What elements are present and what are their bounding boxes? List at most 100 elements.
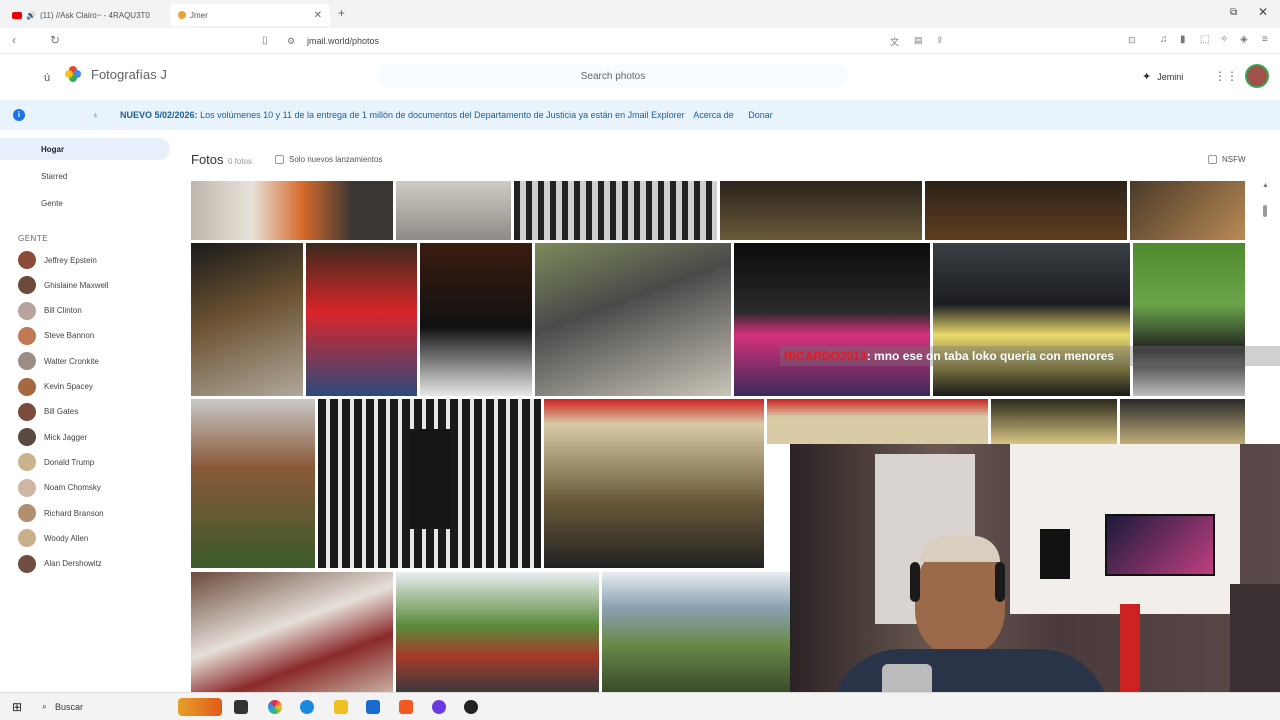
sidebar-person-item[interactable]: Alan Dershowitz <box>18 554 102 574</box>
tab-jmail[interactable]: Jmer ✕ <box>170 4 330 26</box>
sidebar-person-item[interactable]: Kevin Spacey <box>18 377 93 397</box>
photo-thumbnail[interactable] <box>514 181 717 240</box>
banner-donate-link[interactable]: Donar <box>748 110 773 120</box>
notice-banner: i ♁ NUEVO 5/02/2026: Los volúmenes 10 y … <box>0 100 1280 130</box>
sidebar-item-gente[interactable]: Gente <box>0 192 170 214</box>
webcam-keyboard <box>1120 604 1140 694</box>
sidebar-person-item[interactable]: Bill Gates <box>18 402 78 422</box>
sidebar-person-item[interactable]: Jeffrey Epstein <box>18 250 97 270</box>
sidebar-person-item[interactable]: Mick Jagger <box>18 427 87 447</box>
sidebar-person-item[interactable]: Noam Chomsky <box>18 478 101 498</box>
screenshot-icon[interactable]: ⬚ <box>1200 34 1209 45</box>
back-icon[interactable]: ‹ <box>12 33 16 47</box>
photo-thumbnail[interactable] <box>720 181 922 240</box>
bookmark-icon[interactable]: ▯ <box>262 35 268 46</box>
avatar[interactable] <box>1245 64 1269 88</box>
person-name: Bill Gates <box>44 407 79 417</box>
sidebar-person-item[interactable]: Woody Allen <box>18 528 88 548</box>
hamburger-icon[interactable]: ú <box>44 72 50 84</box>
translate-icon[interactable]: 文 <box>890 35 899 48</box>
apps-grid-icon[interactable]: ⋮⋮ <box>1214 69 1238 83</box>
sidebar-person-item[interactable]: Donald Trump <box>18 452 94 472</box>
photo-thumbnail[interactable] <box>318 399 541 568</box>
assistant-button[interactable]: ✦ Jemini <box>1142 70 1183 83</box>
sidebar-item-label: Hogar <box>41 144 65 154</box>
url-field[interactable]: jmail.world/photos <box>307 36 379 46</box>
close-window-icon[interactable]: ✕ <box>1258 5 1268 19</box>
weather-widget[interactable] <box>178 698 222 716</box>
photo-thumbnail[interactable] <box>535 243 731 396</box>
photo-thumbnail[interactable] <box>991 399 1117 444</box>
sidebar-person-item[interactable]: Richard Branson <box>18 503 104 523</box>
photo-thumbnail[interactable] <box>544 399 764 568</box>
media-icon[interactable]: ♫ <box>1160 34 1168 45</box>
share-icon[interactable]: ⇪ <box>936 35 944 46</box>
app-header: ú Fotografías J Search photos ✦ Jemini ⋮… <box>0 58 1280 98</box>
photo-thumbnail[interactable] <box>933 243 1130 396</box>
reload-icon[interactable]: ↻ <box>50 33 60 47</box>
photo-thumbnail[interactable] <box>1130 181 1245 240</box>
edge-icon[interactable] <box>300 700 314 714</box>
sidebar-item-hogar[interactable]: Hogar <box>0 138 170 160</box>
person-name: Steve Bannon <box>44 331 95 341</box>
photo-thumbnail[interactable] <box>767 399 988 444</box>
sidebar-item-starred[interactable]: Starred <box>0 165 170 187</box>
photo-thumbnail[interactable] <box>396 181 511 240</box>
photo-thumbnail[interactable] <box>734 243 930 396</box>
jmail-tab-icon <box>178 11 186 19</box>
search-icon: ⌕ <box>42 701 48 711</box>
close-tab-icon[interactable]: ✕ <box>314 10 322 21</box>
photo-thumbnail[interactable] <box>191 181 393 240</box>
photo-thumbnail[interactable] <box>191 572 393 692</box>
caption-user: RICARDO2013 <box>784 349 867 363</box>
tab-youtube[interactable]: 🔊 (11) //Ask Clairo~ - 4RAQU3T0 <box>4 4 164 26</box>
extensions-puzzle-icon[interactable]: ✧ <box>1220 34 1228 45</box>
restore-window-icon[interactable]: ⧉ <box>1230 7 1237 18</box>
scroll-up-icon[interactable]: ▲ <box>1262 182 1269 189</box>
brave-icon[interactable] <box>399 700 413 714</box>
scrollbar-thumb[interactable] <box>1263 205 1267 217</box>
nsfw-filter[interactable]: NSFW <box>1208 155 1246 164</box>
sidebar-person-item[interactable]: Bill Clinton <box>18 301 82 321</box>
new-tab-icon[interactable]: + <box>338 6 345 20</box>
person-avatar <box>18 402 36 421</box>
vpn-icon[interactable]: ◈ <box>1240 34 1248 45</box>
reader-icon[interactable]: ▤ <box>914 35 923 46</box>
file-explorer-icon[interactable] <box>334 700 348 714</box>
tab-label: Jmer <box>190 10 208 20</box>
sidebar-person-item[interactable]: Steve Bannon <box>18 326 94 346</box>
discord-icon[interactable] <box>432 700 446 714</box>
taskbar-search[interactable]: ⌕ Buscar <box>42 701 83 712</box>
windows-start-icon[interactable]: ⊞ <box>12 700 22 714</box>
sidebar-item-label: Starred <box>41 171 68 181</box>
sidebar-toggle-icon[interactable]: ▮ <box>1180 34 1186 45</box>
photo-thumbnail[interactable] <box>191 399 315 568</box>
store-icon[interactable] <box>366 700 380 714</box>
person-avatar <box>18 326 36 345</box>
taskbar-search-label: Buscar <box>55 701 84 712</box>
extension-icon[interactable]: ⊡ <box>1128 35 1136 46</box>
person-avatar <box>18 377 36 396</box>
menu-icon[interactable]: ≡ <box>1262 34 1268 45</box>
photo-thumbnail[interactable] <box>1120 399 1245 444</box>
new-releases-filter[interactable]: Solo nuevos lanzamientos <box>275 155 382 164</box>
photo-thumbnail[interactable] <box>925 181 1127 240</box>
obs-icon[interactable] <box>464 700 478 714</box>
photo-thumbnail[interactable] <box>306 243 417 396</box>
assistant-label: Jemini <box>1157 71 1184 82</box>
task-view-icon[interactable] <box>234 700 248 714</box>
site-settings-icon[interactable]: ⚙ <box>287 36 295 47</box>
copilot-icon[interactable] <box>268 700 282 714</box>
banner-about-link[interactable]: Acerca de <box>693 110 734 120</box>
sidebar-person-item[interactable]: Walter Cronkite <box>18 351 99 371</box>
photo-thumbnail[interactable] <box>191 243 303 396</box>
sidebar-person-item[interactable]: Ghislaine Maxwell <box>18 275 108 295</box>
photo-thumbnail[interactable] <box>602 572 790 692</box>
search-input[interactable]: Search photos <box>378 64 848 88</box>
stream-chat-caption: RICARDO2013 : mno ese on taba loko queri… <box>780 346 1280 366</box>
people-heading: GENTE <box>18 234 49 243</box>
photo-thumbnail[interactable] <box>1133 243 1245 396</box>
photo-thumbnail[interactable] <box>420 243 532 396</box>
person-avatar <box>18 453 36 472</box>
photo-thumbnail[interactable] <box>396 572 599 692</box>
